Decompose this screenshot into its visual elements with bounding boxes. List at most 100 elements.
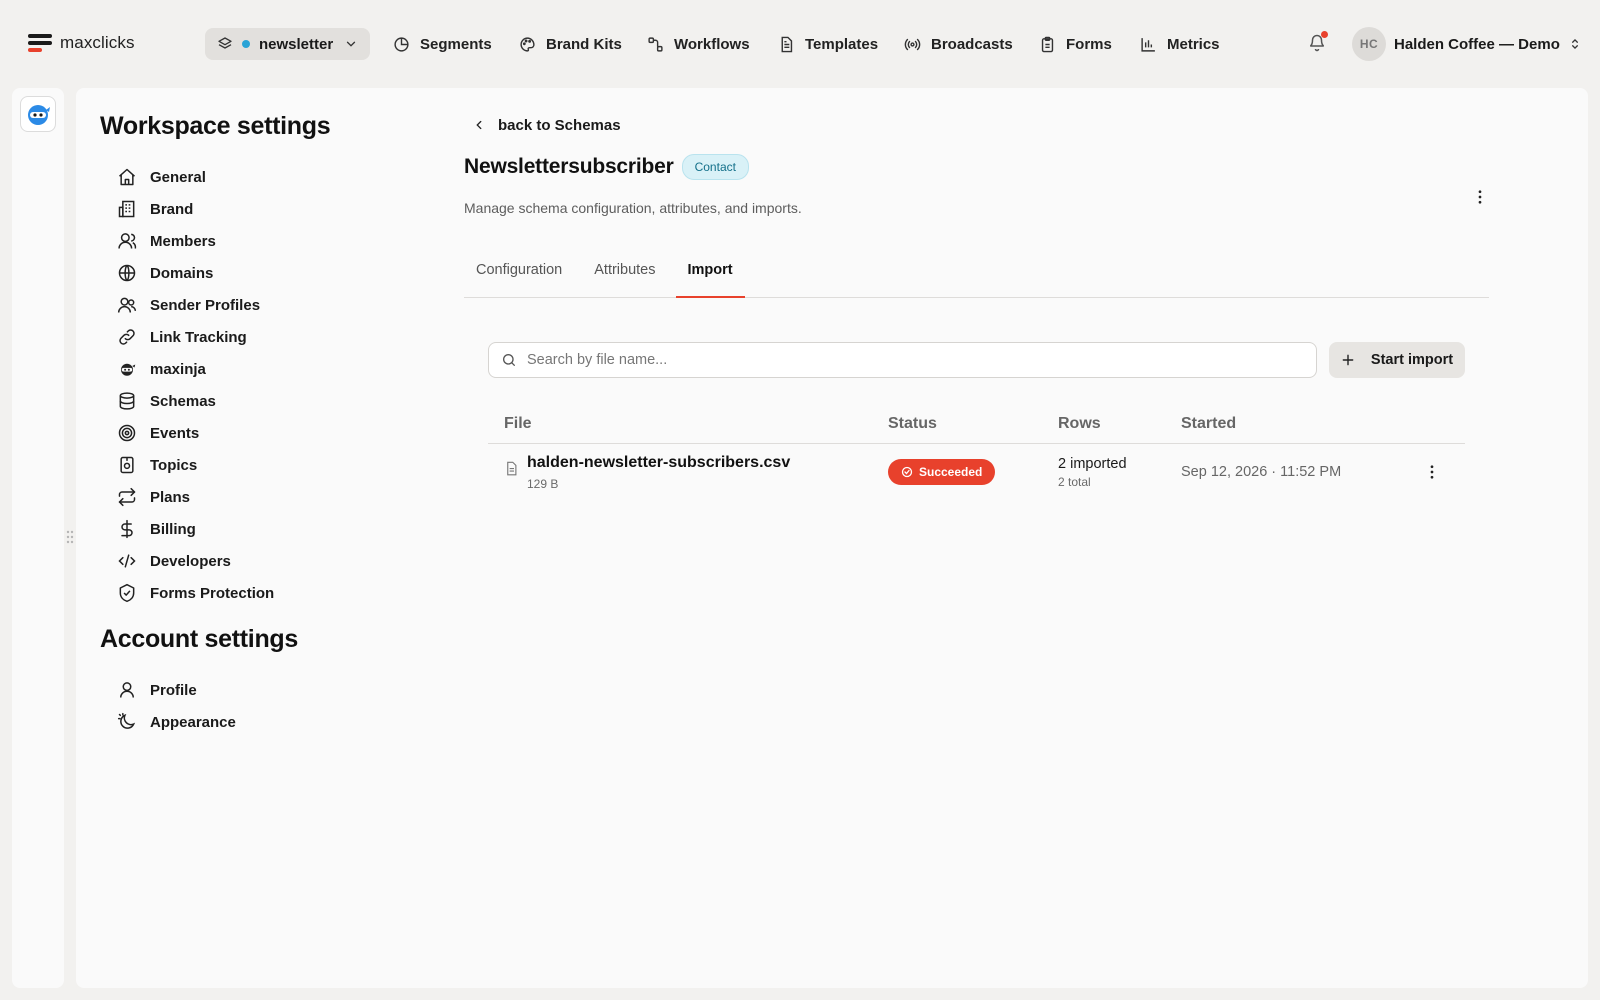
tab-import[interactable]: Import (675, 256, 745, 298)
schema-more-button[interactable] (1471, 188, 1489, 206)
home-icon (116, 166, 138, 188)
workflow-icon (647, 36, 664, 53)
settings-item-label: Events (150, 424, 200, 442)
chevron-left-icon (472, 118, 486, 132)
users-icon (116, 294, 138, 316)
code-icon (116, 550, 138, 572)
imports-table: File Status Rows Started halden-newslett… (488, 404, 1465, 500)
settings-item-link-tracking[interactable]: Link Tracking (116, 321, 380, 353)
started-cell: Sep 12, 2026 · 11:52 PM (1181, 463, 1417, 481)
file-icon (504, 460, 519, 477)
search-input[interactable] (527, 352, 1304, 368)
status-badge: Succeeded (888, 459, 996, 485)
settings-item-profile[interactable]: Profile (116, 674, 380, 706)
link-icon (116, 326, 138, 348)
back-to-schemas-link[interactable]: back to Schemas (472, 110, 1489, 140)
notification-dot (1321, 31, 1328, 38)
settings-item-events[interactable]: Events (116, 417, 380, 449)
chevron-up-down-icon (1568, 37, 1582, 51)
account-settings-list: Profile Appearance (116, 674, 380, 738)
settings-item-billing[interactable]: Billing (116, 513, 380, 545)
nav-metrics[interactable]: Metrics (1140, 31, 1220, 57)
started-time: Sep 12, 2026 · 11:52 PM (1181, 464, 1342, 480)
settings-item-topics[interactable]: Topics (116, 449, 380, 481)
settings-item-schemas[interactable]: Schemas (116, 385, 380, 417)
column-started[interactable]: Started (1181, 415, 1465, 433)
nav-forms[interactable]: Forms (1039, 31, 1112, 57)
column-rows[interactable]: Rows (1058, 415, 1181, 433)
settings-item-label: Schemas (150, 392, 216, 410)
brand-name: maxclicks (60, 33, 135, 52)
rows-imported: 2 imported (1058, 455, 1127, 472)
nav-brand-kits[interactable]: Brand Kits (519, 31, 622, 57)
database-icon (116, 390, 138, 412)
file-size: 129 B (527, 476, 559, 491)
search-icon (501, 352, 517, 368)
notifications-button[interactable] (1308, 31, 1328, 53)
column-file[interactable]: File (488, 415, 888, 433)
nav-workflows-label: Workflows (674, 35, 750, 53)
file-name[interactable]: halden-newsletter-subscribers.csv (527, 454, 790, 472)
moon-icon (116, 711, 138, 733)
table-row[interactable]: halden-newsletter-subscribers.csv 129 B … (488, 444, 1465, 500)
settings-item-general[interactable]: General (116, 161, 380, 193)
workspace-settings-title: Workspace settings (100, 112, 331, 140)
nav-broadcasts[interactable]: Broadcasts (904, 31, 1013, 57)
settings-item-label: Link Tracking (150, 328, 247, 346)
logo[interactable]: maxclicks (28, 32, 135, 54)
search-box (488, 342, 1317, 378)
nav-segments-label: Segments (420, 35, 492, 53)
status-cell: Succeeded (888, 459, 1058, 485)
nav-templates-label: Templates (805, 35, 879, 53)
settings-item-label: Developers (150, 552, 231, 570)
status-label: Succeeded (919, 465, 983, 479)
settings-item-label: Sender Profiles (150, 296, 261, 314)
broadcast-icon (904, 36, 921, 53)
settings-item-maxinja[interactable]: maxinja (116, 353, 380, 385)
nav-forms-label: Forms (1066, 35, 1112, 53)
page-title: Newslettersubscriber (464, 155, 674, 178)
workspace-switcher[interactable]: newsletter (205, 28, 370, 60)
column-status[interactable]: Status (888, 415, 1058, 433)
settings-item-developers[interactable]: Developers (116, 545, 380, 577)
layers-icon (217, 36, 233, 52)
nav-metrics-label: Metrics (1167, 35, 1220, 53)
settings-item-label: Domains (150, 264, 214, 282)
settings-item-label: Topics (150, 456, 198, 474)
page-subtitle: Manage schema configuration, attributes,… (464, 200, 802, 216)
user-name: Halden Coffee — Demo (1394, 35, 1560, 53)
ninja-icon (25, 101, 51, 127)
settings-item-label: maxinja (150, 360, 206, 378)
target-icon (116, 422, 138, 444)
settings-item-label: Billing (150, 520, 196, 538)
start-import-button[interactable]: Start import (1329, 342, 1465, 378)
user-menu[interactable]: HC Halden Coffee — Demo (1352, 27, 1582, 61)
nav-segments[interactable]: Segments (393, 31, 492, 57)
account-settings-title: Account settings (100, 625, 298, 653)
resize-handle[interactable] (66, 530, 74, 544)
nav-broadcasts-label: Broadcasts (931, 35, 1013, 53)
more-vertical-icon (1423, 463, 1441, 481)
tab-attributes[interactable]: Attributes (582, 256, 667, 297)
settings-item-plans[interactable]: Plans (116, 481, 380, 513)
settings-item-members[interactable]: Members (116, 225, 380, 257)
settings-item-label: Brand (150, 200, 194, 218)
settings-item-appearance[interactable]: Appearance (116, 706, 380, 738)
settings-item-label: Profile (150, 681, 197, 699)
schema-detail: back to Schemas Newslettersubscriber Con… (464, 110, 1489, 500)
settings-item-label: Appearance (150, 713, 236, 731)
nav-templates[interactable]: Templates (778, 31, 878, 57)
row-more-button[interactable] (1417, 463, 1447, 481)
settings-item-brand[interactable]: Brand (116, 193, 380, 225)
settings-item-forms-protection[interactable]: Forms Protection (116, 577, 380, 609)
settings-item-domains[interactable]: Domains (116, 257, 380, 289)
nav-workflows[interactable]: Workflows (647, 31, 750, 57)
dollar-icon (116, 518, 138, 540)
logo-mark-icon (28, 32, 52, 54)
tab-configuration[interactable]: Configuration (464, 256, 574, 297)
bar-chart-icon (1140, 36, 1157, 53)
globe-icon (116, 262, 138, 284)
maxinja-app-button[interactable] (20, 96, 56, 132)
shield-icon (116, 582, 138, 604)
settings-item-sender-profiles[interactable]: Sender Profiles (116, 289, 380, 321)
